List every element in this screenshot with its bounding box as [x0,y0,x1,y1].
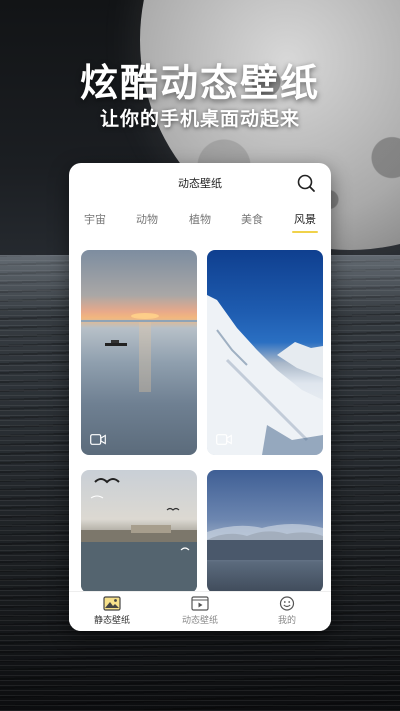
nav-live-wallpaper-label: 动态壁纸 [181,616,218,626]
active-tab-indicator [292,231,318,233]
wallpaper-card-seagull-harbor[interactable] [81,470,197,593]
nav-static-wallpaper-label: 静态壁纸 [93,616,130,626]
tab-animals[interactable]: 动物 [136,211,158,227]
tab-scenery[interactable]: 风景 [294,211,316,227]
app-title: 动态壁纸 [178,177,222,190]
search-icon[interactable] [295,172,317,194]
promo-subtitle: 让你的手机桌面动起来 [99,108,300,130]
play-video-icon [191,596,209,611]
category-tabs: 宇宙 动物 植物 美食 风景 [69,203,331,237]
nav-mine[interactable]: 我的 [247,596,327,626]
tab-food[interactable]: 美食 [241,211,263,227]
wallpaper-card-sunset-sea[interactable] [81,250,197,455]
nav-mine-label: 我的 [277,616,296,626]
app-screen-preview: 动态壁纸 宇宙 动物 植物 美食 风景 静态壁纸 动态壁纸 我的 [69,163,331,631]
image-icon [103,596,121,611]
video-icon [90,434,106,445]
video-icon [216,434,232,445]
wallpaper-card-snow-mountain[interactable] [207,250,323,455]
tab-universe[interactable]: 宇宙 [84,211,106,227]
nav-static-wallpaper[interactable]: 静态壁纸 [72,596,152,626]
bottom-navigation: 静态壁纸 动态壁纸 我的 [69,591,331,631]
promo-title: 炫酷动态壁纸 [79,61,320,105]
nav-live-wallpaper[interactable]: 动态壁纸 [160,596,240,626]
tab-plants[interactable]: 植物 [189,211,211,227]
smiley-face-icon [279,596,295,611]
app-header: 动态壁纸 [69,163,331,203]
wallpaper-card-cloudy-sky[interactable] [207,470,323,593]
wallpaper-grid [81,250,323,593]
